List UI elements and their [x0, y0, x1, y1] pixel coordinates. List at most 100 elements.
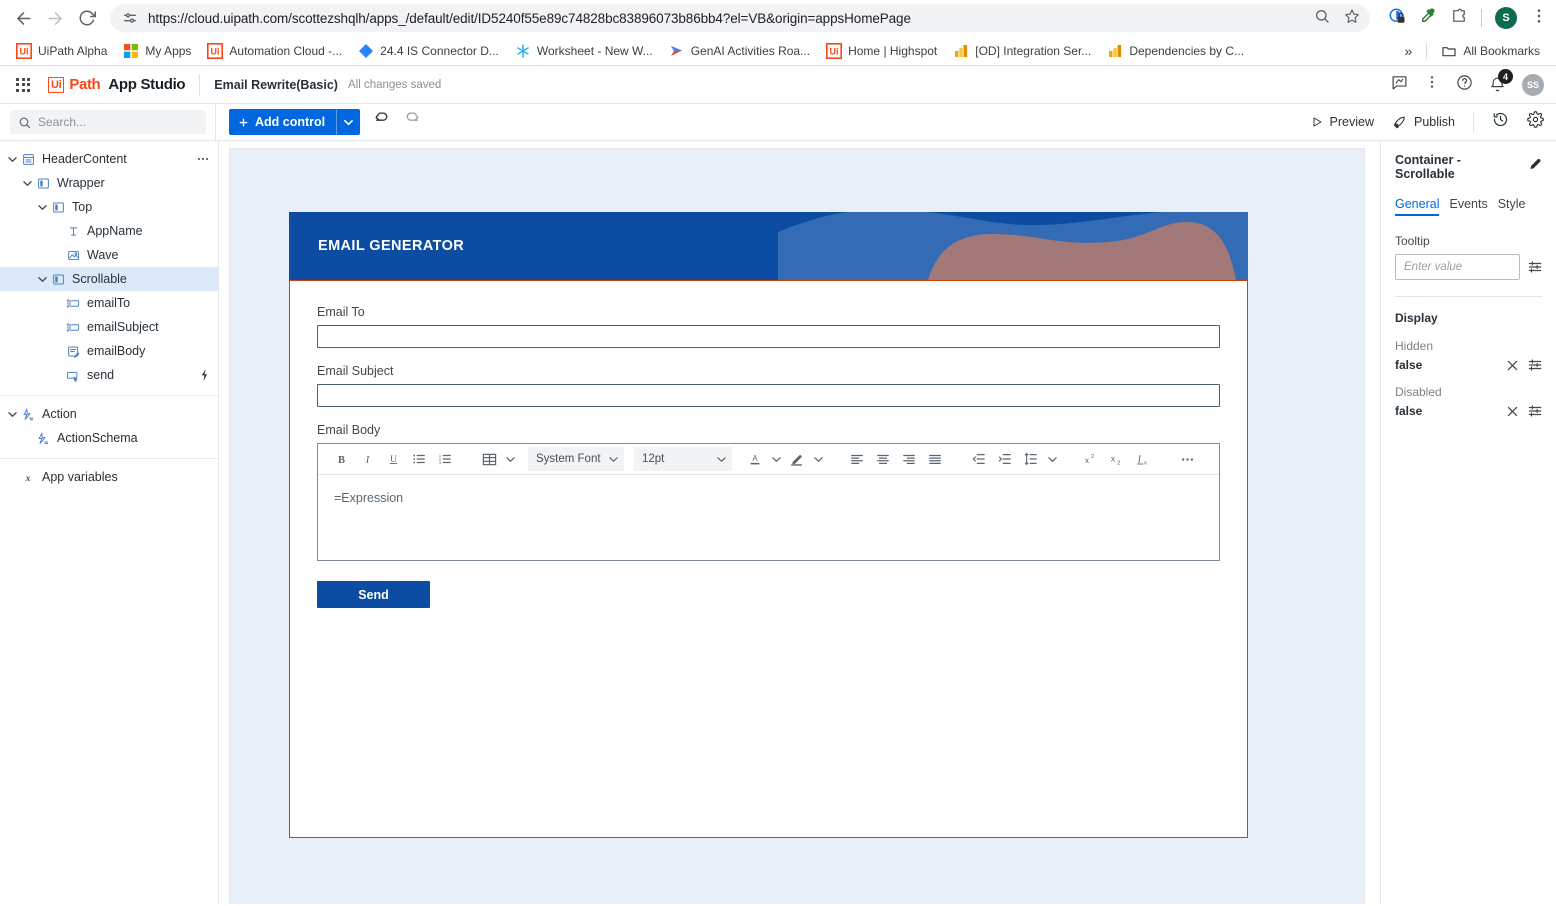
settings-gear-icon[interactable] [1527, 111, 1544, 133]
send-button[interactable]: Send [317, 581, 430, 608]
tree-item-headercontent[interactable]: HeaderContent [0, 147, 218, 171]
publish-button[interactable]: Publish [1392, 115, 1455, 130]
italic-icon[interactable]: I [354, 446, 380, 472]
tab-style[interactable]: Style [1498, 197, 1526, 216]
text-color-dropdown-icon[interactable] [768, 446, 784, 472]
notifications-bell[interactable]: 4 [1489, 69, 1513, 93]
email-to-input[interactable] [317, 325, 1220, 348]
search-input[interactable]: Search... [10, 110, 206, 134]
bookmark-item[interactable]: [OD] Integration Ser... [945, 40, 1099, 62]
bookmark-item[interactable]: Worksheet - New W... [507, 40, 661, 62]
disabled-expression-icon[interactable] [1528, 404, 1542, 418]
all-bookmarks-button[interactable]: All Bookmarks [1433, 40, 1548, 62]
text-color-icon[interactable]: A [742, 446, 768, 472]
add-control-button[interactable]: Add control [229, 109, 361, 135]
tooltip-expression-icon[interactable] [1528, 260, 1542, 274]
highlight-dropdown-icon[interactable] [810, 446, 826, 472]
tree-item-action[interactable]: Action [0, 402, 218, 426]
tree-item-wave[interactable]: Wave [0, 243, 218, 267]
add-control-dropdown[interactable] [337, 109, 360, 135]
chevron-down-icon[interactable] [21, 179, 34, 188]
bullet-list-icon[interactable] [406, 446, 432, 472]
bookmark-item[interactable]: GenAI Activities Roa... [661, 40, 818, 62]
line-height-dropdown-icon[interactable] [1044, 446, 1060, 472]
tab-general[interactable]: General [1395, 197, 1440, 216]
uipath-logo[interactable]: Ui Path App Studio [48, 76, 186, 93]
reload-icon[interactable] [72, 3, 102, 33]
app-banner[interactable]: EMAIL GENERATOR [289, 212, 1248, 280]
align-justify-icon[interactable] [922, 446, 948, 472]
chevron-down-icon[interactable] [36, 203, 49, 212]
clear-formatting-icon[interactable]: Ix [1130, 446, 1156, 472]
align-center-icon[interactable] [870, 446, 896, 472]
extensions-puzzle-icon[interactable] [1450, 7, 1468, 30]
tree-item-top[interactable]: Top [0, 195, 218, 219]
undo-icon[interactable] [374, 111, 391, 133]
tree-item-emailbody[interactable]: emailBody [0, 339, 218, 363]
design-canvas[interactable]: EMAIL GENERATOR Email To Email Subject E… [219, 141, 1380, 904]
preview-button[interactable]: Preview [1311, 115, 1374, 129]
superscript-icon[interactable]: x2 [1078, 446, 1104, 472]
align-left-icon[interactable] [844, 446, 870, 472]
rich-text-editor[interactable]: B I U 1 2 3 System Font 12pt A x 2 x 2 I… [317, 443, 1220, 561]
search-icon[interactable] [1314, 8, 1330, 29]
privacy-shield-icon[interactable] [1388, 7, 1406, 30]
bookmark-star-icon[interactable] [1344, 8, 1360, 29]
bookmark-item[interactable]: Ui UiPath Alpha [8, 40, 115, 62]
chrome-menu-icon[interactable] [1530, 7, 1548, 30]
underline-icon[interactable]: U [380, 446, 406, 472]
tree-item-send[interactable]: send [0, 363, 218, 387]
hidden-value[interactable]: false [1395, 358, 1497, 372]
table-dropdown-icon[interactable] [502, 446, 518, 472]
app-body-container[interactable]: Email To Email Subject Email Body B I U … [289, 280, 1248, 838]
site-settings-icon[interactable] [122, 10, 138, 26]
tree-item-appname[interactable]: AppName [0, 219, 218, 243]
highlight-color-icon[interactable] [784, 446, 810, 472]
bookmark-item[interactable]: My Apps [115, 40, 199, 62]
tree-item-scrollable[interactable]: Scrollable [0, 267, 218, 291]
tree-item-app variables[interactable]: x App variables [0, 465, 218, 489]
feedback-icon[interactable] [1391, 74, 1408, 96]
subscript-icon[interactable]: x2 [1104, 446, 1130, 472]
bookmark-item[interactable]: 24.4 IS Connector D... [350, 40, 507, 62]
rename-pencil-icon[interactable] [1529, 158, 1542, 176]
profile-avatar[interactable]: S [1495, 7, 1517, 29]
tree-item-emailsubject[interactable]: emailSubject [0, 315, 218, 339]
email-subject-input[interactable] [317, 384, 1220, 407]
version-history-icon[interactable] [1492, 111, 1509, 133]
more-options-icon[interactable] [1174, 446, 1200, 472]
chevron-down-icon[interactable] [6, 410, 19, 419]
help-icon[interactable] [1456, 74, 1473, 96]
bookmark-item[interactable]: Ui Home | Highspot [818, 40, 945, 62]
event-bolt-icon[interactable] [199, 369, 210, 381]
tree-item-more-icon[interactable] [196, 152, 210, 166]
back-icon[interactable] [8, 3, 38, 33]
rte-content-area[interactable]: =Expression [318, 475, 1219, 560]
numbered-list-icon[interactable]: 123 [432, 446, 458, 472]
bookmark-item[interactable]: Ui Automation Cloud -... [199, 40, 350, 62]
apps-grid-icon[interactable] [12, 74, 34, 96]
add-control-main[interactable]: Add control [229, 109, 336, 135]
tree-item-emailto[interactable]: emailTo [0, 291, 218, 315]
chevron-down-icon[interactable] [6, 155, 19, 164]
align-right-icon[interactable] [896, 446, 922, 472]
header-more-icon[interactable] [1424, 74, 1440, 95]
disabled-value[interactable]: false [1395, 404, 1497, 418]
font-size-select[interactable]: 12pt [634, 447, 732, 471]
increase-indent-icon[interactable] [992, 446, 1018, 472]
hidden-expression-icon[interactable] [1528, 358, 1542, 372]
table-icon[interactable] [476, 446, 502, 472]
disabled-clear-icon[interactable] [1506, 405, 1519, 418]
eyedropper-icon[interactable] [1419, 7, 1437, 30]
address-bar[interactable]: https://cloud.uipath.com/scottezshqlh/ap… [110, 4, 1370, 32]
redo-icon[interactable] [403, 111, 420, 133]
forward-icon[interactable] [40, 3, 70, 33]
tooltip-input[interactable]: Enter value [1395, 254, 1520, 280]
chevron-down-icon[interactable] [36, 275, 49, 284]
hidden-clear-icon[interactable] [1506, 359, 1519, 372]
tab-events[interactable]: Events [1449, 197, 1487, 216]
tree-item-actionschema[interactable]: ActionSchema [0, 426, 218, 450]
font-family-select[interactable]: System Font [528, 447, 624, 471]
line-height-icon[interactable] [1018, 446, 1044, 472]
user-avatar[interactable]: SS [1522, 73, 1544, 96]
